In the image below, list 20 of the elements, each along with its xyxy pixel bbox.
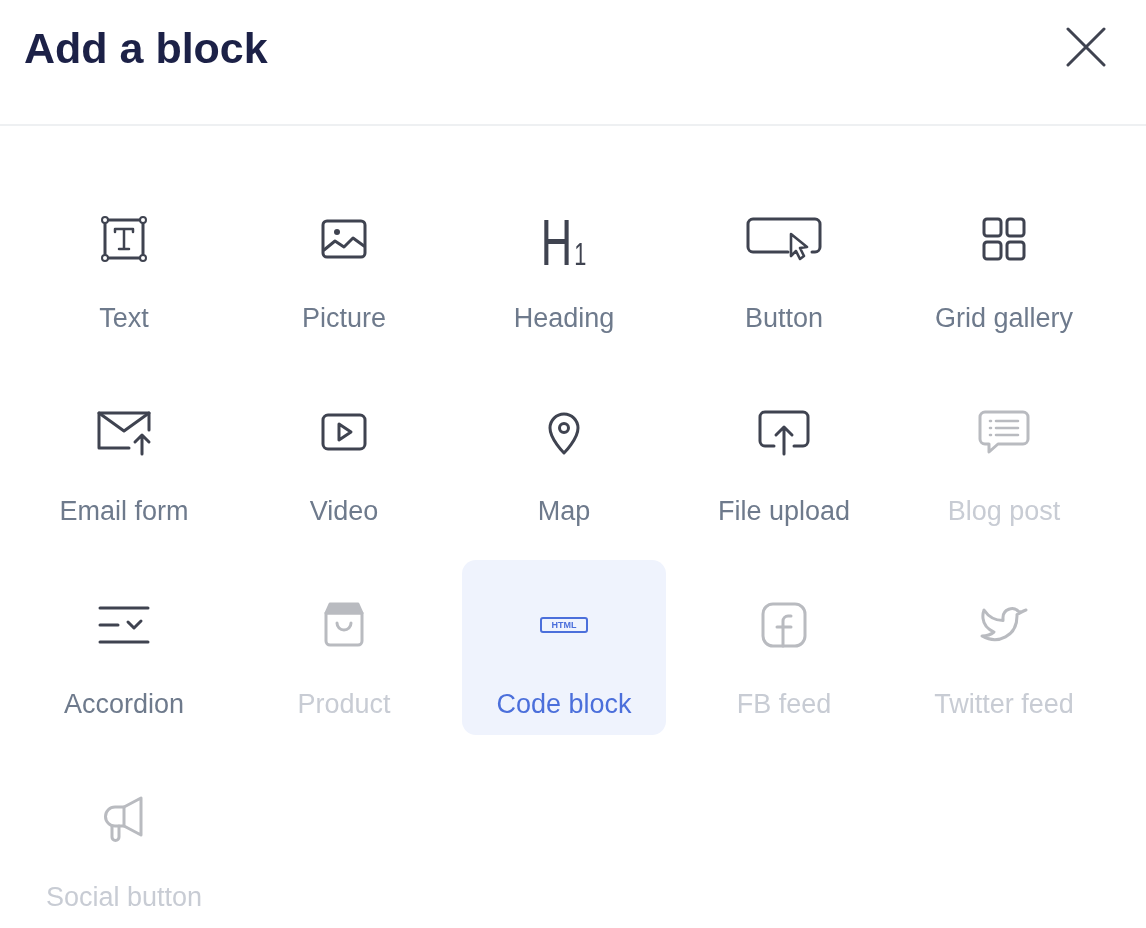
- text-frame-icon: [100, 215, 148, 263]
- close-button[interactable]: [1066, 27, 1106, 67]
- block-tile[interactable]: Picture: [242, 174, 446, 349]
- block-tile[interactable]: File upload: [682, 367, 886, 542]
- block-tile[interactable]: Video: [242, 367, 446, 542]
- block-tile[interactable]: Email form: [22, 367, 226, 542]
- close-icon: [1066, 27, 1106, 67]
- upload-icon: [756, 408, 812, 456]
- dialog-title: Add a block: [24, 23, 268, 74]
- block-tile[interactable]: Accordion: [22, 560, 226, 735]
- block-tile[interactable]: HTML Code block: [462, 560, 666, 735]
- block-tile[interactable]: Grid gallery: [902, 174, 1106, 349]
- block-tile[interactable]: Map: [462, 367, 666, 542]
- block-tile[interactable]: Button: [682, 174, 886, 349]
- f-letter-icon: [760, 601, 808, 649]
- speech-bubble-icon: [976, 408, 1032, 456]
- html-tag-icon: HTML: [540, 617, 588, 633]
- cursor-button-icon: [744, 215, 824, 263]
- grid-icon: [980, 215, 1028, 263]
- block-tile[interactable]: Text: [22, 174, 226, 349]
